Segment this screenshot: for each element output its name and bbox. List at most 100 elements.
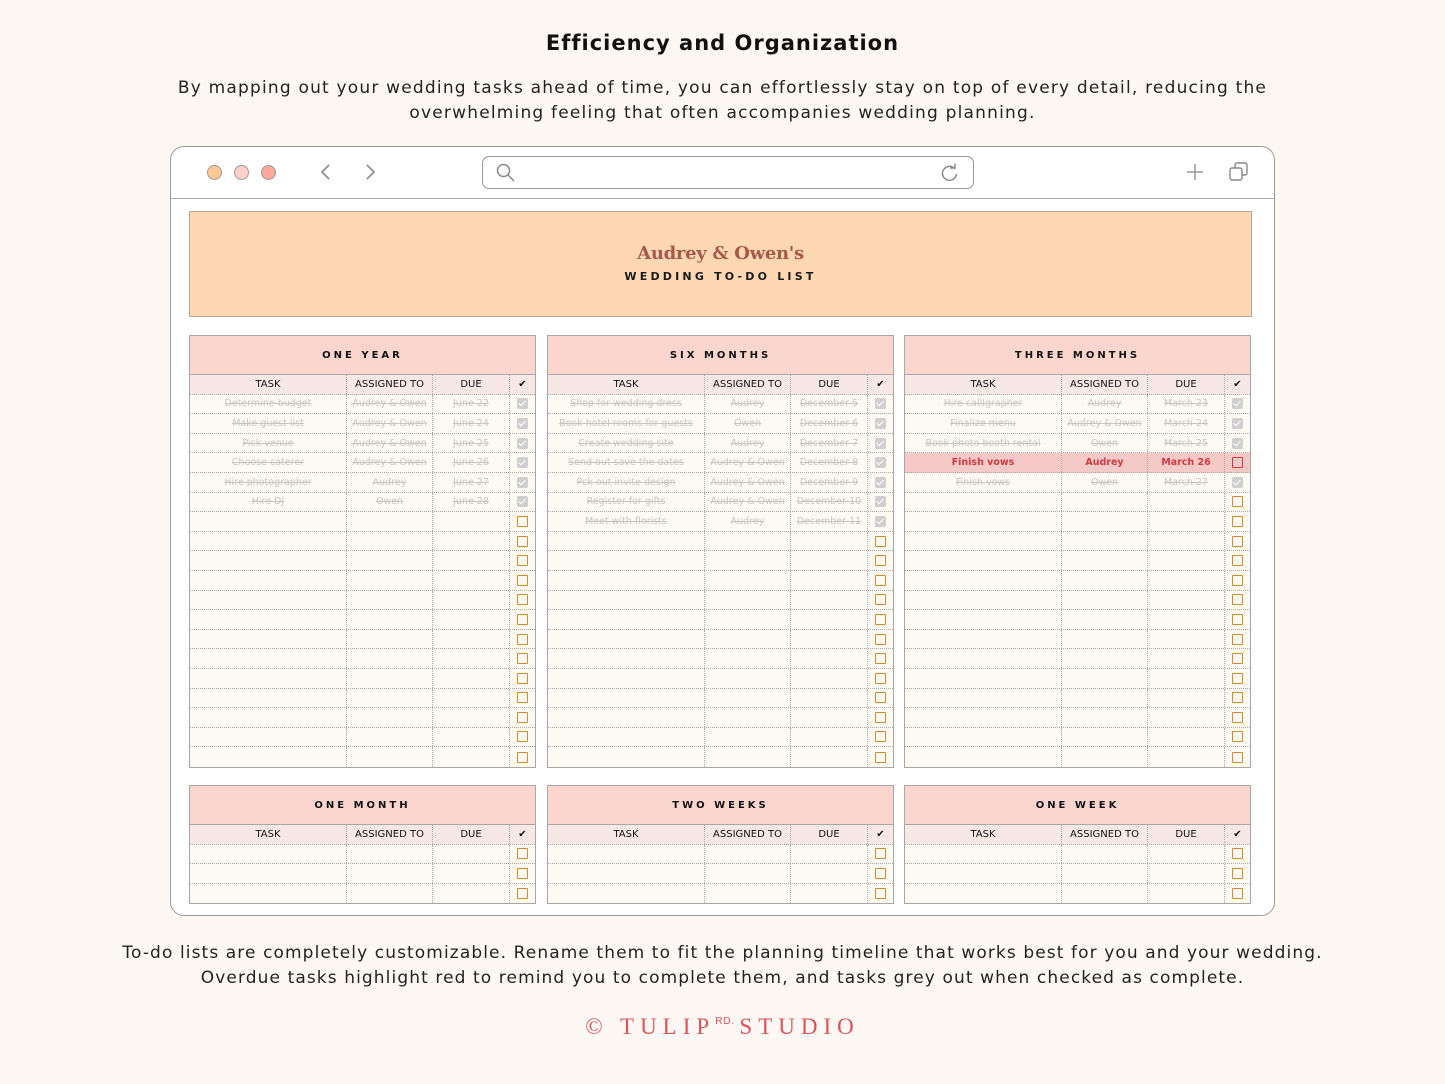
task-cell[interactable] xyxy=(190,844,347,864)
assigned-cell[interactable]: Owen xyxy=(1062,472,1148,492)
due-cell[interactable] xyxy=(1148,629,1225,649)
task-cell[interactable] xyxy=(190,864,347,883)
due-cell[interactable] xyxy=(1148,570,1225,590)
checkbox-unchecked[interactable] xyxy=(1232,594,1243,606)
due-cell[interactable] xyxy=(433,844,510,864)
task-cell[interactable] xyxy=(905,590,1062,610)
checkbox-unchecked[interactable] xyxy=(1232,653,1243,665)
checkbox-unchecked[interactable] xyxy=(875,731,886,743)
assigned-cell[interactable]: Owen xyxy=(347,492,433,512)
assigned-cell[interactable] xyxy=(347,747,433,767)
assigned-cell[interactable] xyxy=(347,883,433,904)
due-cell[interactable]: June 28 xyxy=(433,492,510,512)
due-cell[interactable] xyxy=(1148,512,1225,531)
assigned-cell[interactable] xyxy=(1062,590,1148,610)
panel-title[interactable]: SIX MONTHS xyxy=(548,336,893,375)
due-cell[interactable] xyxy=(433,570,510,590)
assigned-cell[interactable] xyxy=(1062,610,1148,629)
checkbox-unchecked[interactable] xyxy=(875,653,886,665)
checkbox-unchecked[interactable] xyxy=(517,711,528,723)
task-cell[interactable]: Shop for wedding dress xyxy=(548,394,705,414)
checkbox-unchecked[interactable] xyxy=(1232,515,1243,527)
task-cell[interactable]: Book hotel rooms for guests xyxy=(548,414,705,433)
assigned-cell[interactable] xyxy=(1062,629,1148,649)
task-cell[interactable] xyxy=(548,864,705,883)
checkbox-unchecked[interactable] xyxy=(517,867,528,879)
due-cell[interactable]: March 26 xyxy=(1148,453,1225,472)
task-cell[interactable] xyxy=(905,864,1062,883)
checkbox-unchecked[interactable] xyxy=(1232,574,1243,586)
due-cell[interactable] xyxy=(791,570,868,590)
assigned-cell[interactable] xyxy=(705,668,791,688)
due-cell[interactable] xyxy=(1148,844,1225,864)
assigned-cell[interactable] xyxy=(705,864,791,883)
due-cell[interactable] xyxy=(433,512,510,531)
task-cell[interactable] xyxy=(190,570,347,590)
assigned-cell[interactable] xyxy=(705,531,791,551)
task-cell[interactable] xyxy=(190,708,347,727)
assigned-cell[interactable] xyxy=(1062,708,1148,727)
checkbox-checked[interactable] xyxy=(875,398,886,410)
due-cell[interactable]: June 27 xyxy=(433,472,510,492)
due-cell[interactable] xyxy=(791,551,868,570)
task-cell[interactable]: Finish vows xyxy=(905,453,1062,472)
checkbox-unchecked[interactable] xyxy=(1232,711,1243,723)
assigned-cell[interactable]: Audrey xyxy=(1062,453,1148,472)
task-cell[interactable] xyxy=(548,570,705,590)
checkbox-unchecked[interactable] xyxy=(1232,457,1243,469)
assigned-cell[interactable]: Audrey xyxy=(705,433,791,453)
assigned-cell[interactable]: Audrey & Owen xyxy=(347,394,433,414)
checkbox-unchecked[interactable] xyxy=(517,888,528,900)
due-cell[interactable] xyxy=(1148,883,1225,904)
assigned-cell[interactable] xyxy=(705,727,791,747)
assigned-cell[interactable]: Audrey xyxy=(705,512,791,531)
task-cell[interactable]: Create wedding site xyxy=(548,433,705,453)
due-cell[interactable] xyxy=(1148,590,1225,610)
checkbox-unchecked[interactable] xyxy=(875,867,886,879)
task-cell[interactable] xyxy=(548,531,705,551)
task-cell[interactable] xyxy=(905,551,1062,570)
assigned-cell[interactable]: Audrey & Owen xyxy=(705,453,791,472)
task-cell[interactable]: Hire DJ xyxy=(190,492,347,512)
due-cell[interactable] xyxy=(1148,864,1225,883)
task-cell[interactable] xyxy=(905,629,1062,649)
task-cell[interactable]: Send out save the dates xyxy=(548,453,705,472)
assigned-cell[interactable] xyxy=(705,844,791,864)
assigned-cell[interactable]: Owen xyxy=(1062,433,1148,453)
forward-button[interactable] xyxy=(359,160,381,184)
task-cell[interactable]: Hire calligrapher xyxy=(905,394,1062,414)
assigned-cell[interactable] xyxy=(347,649,433,668)
checkbox-unchecked[interactable] xyxy=(875,613,886,625)
checkbox-checked[interactable] xyxy=(875,437,886,449)
checkbox-unchecked[interactable] xyxy=(517,594,528,606)
assigned-cell[interactable] xyxy=(1062,747,1148,767)
assigned-cell[interactable] xyxy=(705,629,791,649)
due-cell[interactable] xyxy=(791,649,868,668)
checkbox-checked[interactable] xyxy=(875,457,886,469)
task-cell[interactable]: Make guest list xyxy=(190,414,347,433)
task-cell[interactable] xyxy=(905,610,1062,629)
window-minimize-button[interactable] xyxy=(234,165,249,180)
task-cell[interactable] xyxy=(190,747,347,767)
task-cell[interactable] xyxy=(190,668,347,688)
tabs-button[interactable] xyxy=(1227,160,1251,189)
task-cell[interactable]: Pick venue xyxy=(190,433,347,453)
due-cell[interactable]: December 10 xyxy=(791,492,868,512)
task-cell[interactable] xyxy=(548,629,705,649)
checkbox-unchecked[interactable] xyxy=(1232,751,1243,763)
due-cell[interactable]: December 8 xyxy=(791,453,868,472)
assigned-cell[interactable] xyxy=(1062,727,1148,747)
due-cell[interactable] xyxy=(791,610,868,629)
due-cell[interactable] xyxy=(1148,688,1225,708)
due-cell[interactable] xyxy=(433,649,510,668)
task-cell[interactable] xyxy=(905,668,1062,688)
task-cell[interactable] xyxy=(190,531,347,551)
due-cell[interactable] xyxy=(1148,747,1225,767)
due-cell[interactable] xyxy=(1148,727,1225,747)
checkbox-unchecked[interactable] xyxy=(875,574,886,586)
assigned-cell[interactable] xyxy=(705,649,791,668)
assigned-cell[interactable] xyxy=(347,570,433,590)
checkbox-unchecked[interactable] xyxy=(1232,633,1243,645)
due-cell[interactable] xyxy=(1148,708,1225,727)
assigned-cell[interactable]: Audrey & Owen xyxy=(705,492,791,512)
